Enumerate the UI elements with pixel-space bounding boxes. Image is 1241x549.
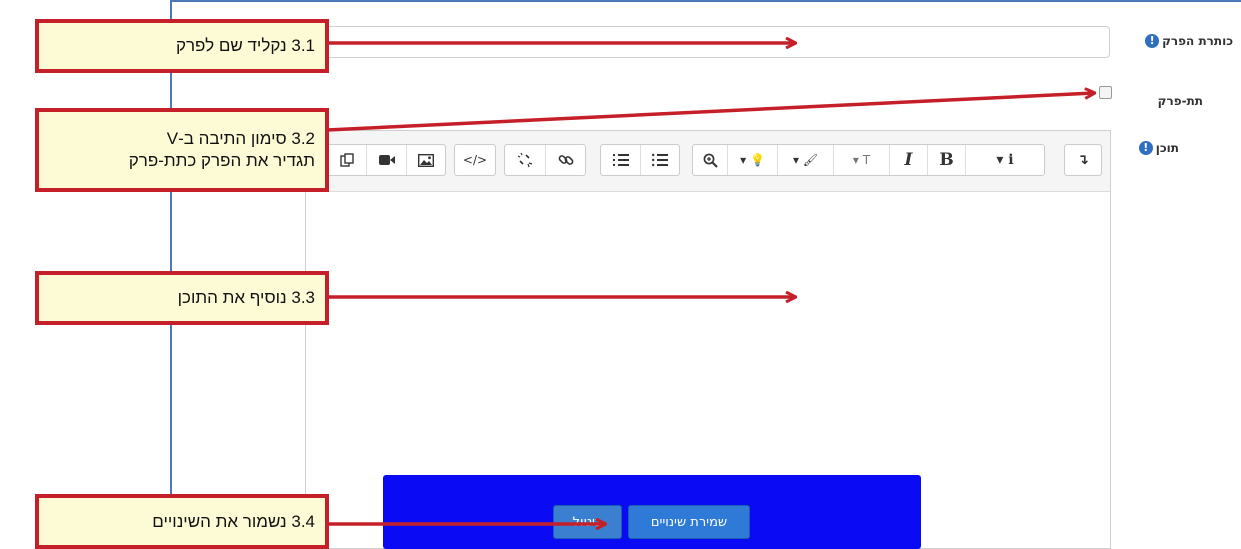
arrow-3-2 xyxy=(326,93,1094,132)
callout-3-2: 3.2 סימון התיבה ב-V תגדיר את הפרק כתת-פר… xyxy=(35,108,329,192)
callout-3-4: 3.4 נשמור את השינויים xyxy=(35,494,329,549)
callout-3-3: 3.3 נוסיף את התוכן xyxy=(35,271,329,325)
callout-3-1: 3.1 נקליד שם לפרק xyxy=(35,19,329,73)
